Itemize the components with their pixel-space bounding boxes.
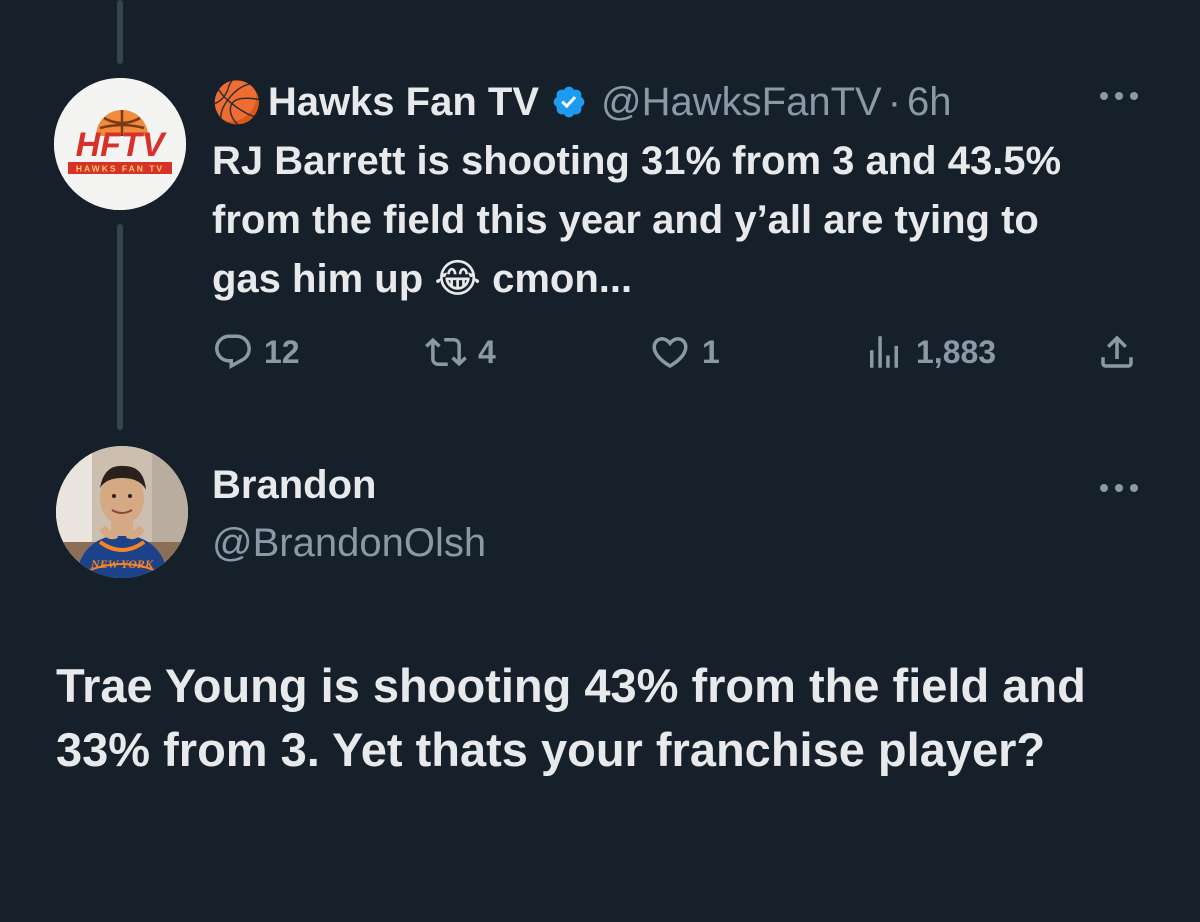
views-button[interactable]: 1,883 [862, 330, 996, 374]
share-icon [1101, 335, 1133, 368]
svg-text:HAWKS FAN TV: HAWKS FAN TV [76, 164, 164, 174]
tweet-timestamp[interactable]: 6h [907, 80, 952, 125]
previous-like-icon[interactable] [648, 0, 676, 8]
hawks-fan-tv-avatar[interactable]: HFTV HAWKS FAN TV [54, 78, 186, 210]
reply-author-display-name[interactable]: Brandon [212, 462, 486, 508]
reply-text: Trae Young is shooting 43% from the fiel… [56, 659, 1086, 776]
svg-text:NEW YORK: NEW YORK [90, 557, 154, 571]
thread-line-top [117, 0, 123, 64]
reply-author-block: Brandon @BrandonOlsh [212, 462, 486, 566]
thread-line-middle [117, 224, 123, 430]
separator-dot: · [887, 79, 902, 124]
like-icon [652, 337, 688, 369]
retweet-icon [425, 337, 467, 367]
more-icon[interactable] [1098, 470, 1140, 509]
brandon-avatar[interactable]: NEW YORK [56, 446, 188, 578]
retweet-count: 4 [478, 333, 496, 370]
share-button[interactable] [1096, 330, 1138, 374]
views-icon [870, 336, 898, 368]
basketball-emoji: 🏀 [212, 80, 262, 125]
svg-text:HFTV: HFTV [76, 126, 168, 164]
previous-share-icon[interactable] [1098, 0, 1134, 8]
tweet-header: 🏀 Hawks Fan TV @HawksFanTV · 6h [212, 78, 952, 126]
views-count: 1,883 [916, 333, 997, 370]
verified-badge-icon [553, 86, 585, 118]
previous-reply-icon[interactable] [216, 0, 244, 8]
reply-count: 12 [264, 333, 300, 370]
reply-author-handle[interactable]: @BrandonOlsh [212, 520, 486, 566]
like-count: 1 [702, 333, 720, 370]
retweet-button[interactable]: 4 [424, 330, 496, 374]
author-handle[interactable]: @HawksFanTV [601, 80, 882, 125]
reply-icon [215, 334, 251, 369]
author-display-name[interactable]: Hawks Fan TV [268, 80, 539, 125]
reply-button[interactable]: 12 [212, 330, 300, 374]
tweet-actions: 12 4 1 1,883 [212, 330, 1152, 374]
brandon-photo: NEW YORK [56, 446, 188, 578]
tweet-text: RJ Barrett is shooting 31% from 3 and 43… [212, 139, 1062, 301]
hftv-logo: HFTV HAWKS FAN TV [54, 78, 186, 210]
like-button[interactable]: 1 [648, 330, 720, 374]
previous-views-icon[interactable] [866, 0, 906, 8]
more-icon[interactable] [1098, 78, 1140, 117]
